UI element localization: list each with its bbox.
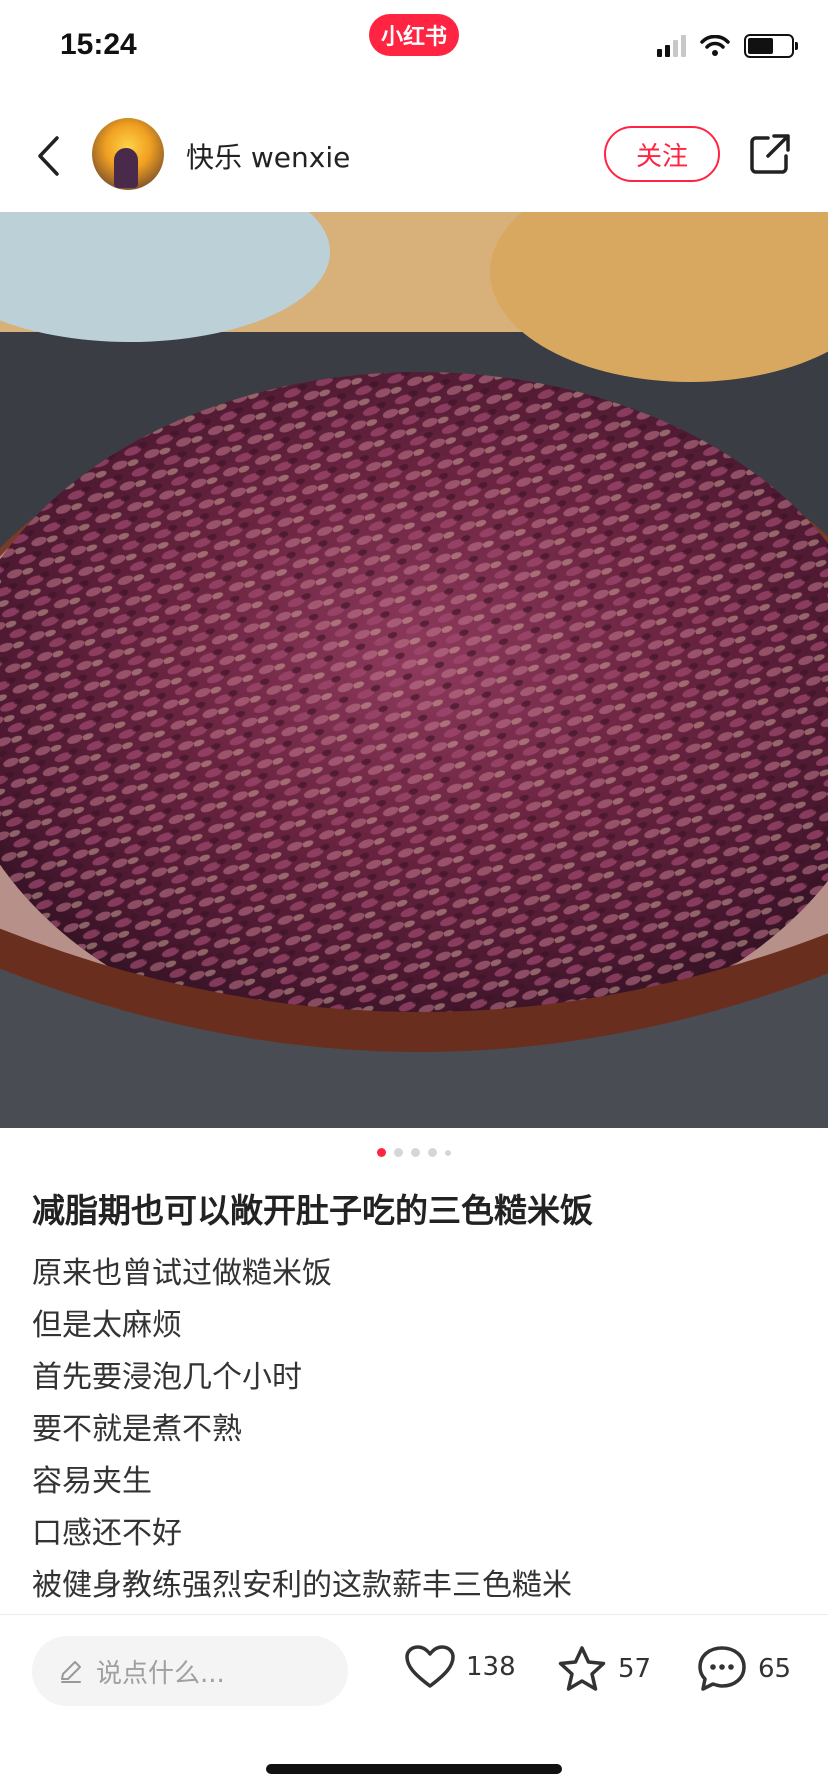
back-button[interactable] xyxy=(28,128,68,184)
status-time: 15:24 xyxy=(60,28,137,61)
home-indicator[interactable] xyxy=(266,1764,562,1774)
author-name[interactable]: 快乐 wenxie xyxy=(186,136,350,176)
like-count: 138 xyxy=(466,1652,516,1682)
post-body-line: 被健身教练强烈安利的这款薪丰三色糙米 xyxy=(32,1568,572,1603)
post-body: 原来也曾试过做糙米饭 但是太麻烦 首先要浸泡几个小时 要不就是煮不熟 容易夹生 … xyxy=(32,1248,812,1612)
app-logo-badge: 小红书 xyxy=(369,14,459,56)
comment-button[interactable]: 65 xyxy=(696,1644,791,1694)
carousel-dot xyxy=(445,1149,451,1156)
share-button[interactable] xyxy=(746,130,794,178)
carousel-dot xyxy=(428,1148,437,1157)
pencil-icon xyxy=(61,1661,81,1683)
share-icon xyxy=(750,134,790,174)
star-icon xyxy=(558,1646,606,1691)
battery-icon xyxy=(744,34,798,58)
comment-bubble-icon xyxy=(698,1646,746,1691)
post-body-line: 原来也曾试过做糙米饭 xyxy=(32,1256,332,1291)
author-avatar[interactable] xyxy=(92,118,164,190)
post-title: 减脂期也可以敞开肚子吃的三色糙米饭 xyxy=(32,1191,593,1230)
cellular-signal-icon xyxy=(657,35,686,57)
post-body-line: 首先要浸泡几个小时 xyxy=(32,1360,302,1395)
follow-button[interactable]: 关注 xyxy=(604,126,720,182)
favorite-count: 57 xyxy=(618,1654,652,1684)
post-body-line: 要不就是煮不熟 xyxy=(32,1412,242,1447)
carousel-indicator xyxy=(0,1148,828,1157)
carousel-dot xyxy=(411,1148,420,1157)
carousel-dot-active xyxy=(377,1148,386,1157)
comment-placeholder: 说点什么... xyxy=(96,1658,225,1689)
post-body-line: 但是太麻烦 xyxy=(32,1308,182,1343)
wifi-icon xyxy=(700,35,730,56)
status-bar: 15:24 小红书 xyxy=(0,0,828,96)
chevron-left-icon xyxy=(38,136,59,176)
post-image[interactable] xyxy=(0,212,828,1128)
favorite-button[interactable]: 57 xyxy=(556,1644,651,1694)
carousel-dot xyxy=(394,1148,403,1157)
like-button[interactable]: 138 xyxy=(404,1644,516,1690)
post-body-line: 口感还不好 xyxy=(32,1516,182,1551)
comment-count: 65 xyxy=(758,1654,792,1684)
status-icons xyxy=(657,34,798,58)
bottom-bar-divider xyxy=(0,1614,828,1615)
post-header: 快乐 wenxie 关注 xyxy=(0,106,828,206)
heart-icon xyxy=(405,1645,455,1688)
rice-bowl-photo xyxy=(0,212,828,1128)
post-body-line: 容易夹生 xyxy=(32,1464,152,1499)
comment-input[interactable]: 说点什么... xyxy=(32,1636,348,1706)
